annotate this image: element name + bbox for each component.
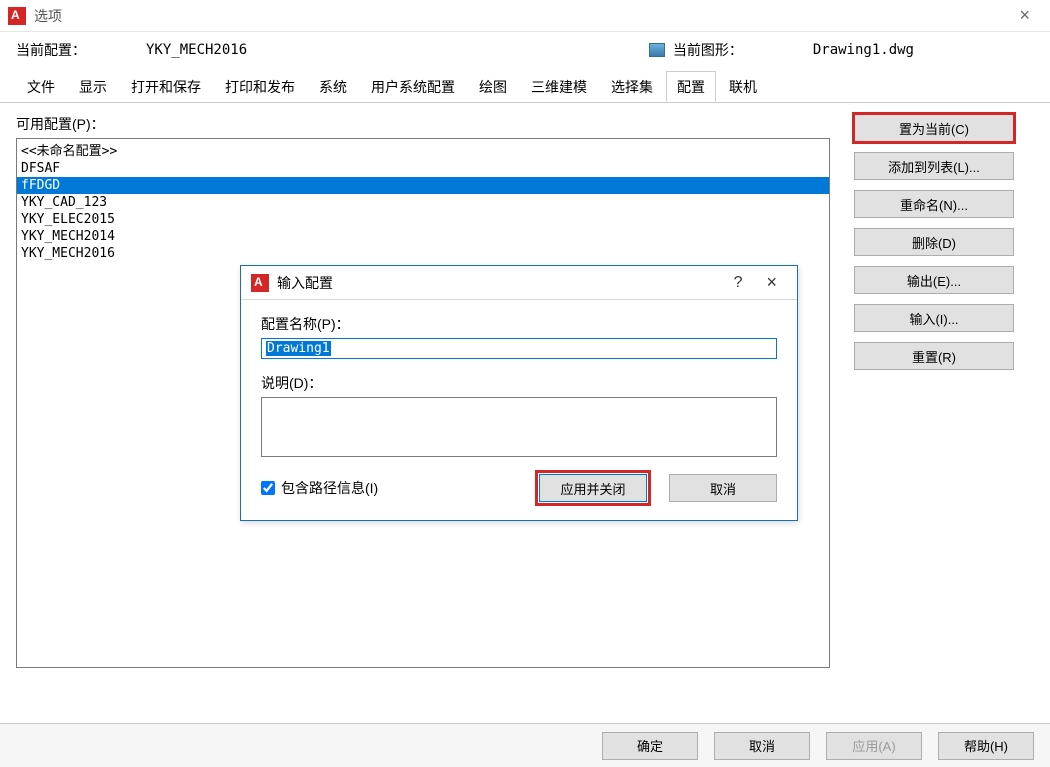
import-button[interactable]: 输入(I)... bbox=[854, 304, 1014, 332]
dialog-title: 输入配置 bbox=[277, 273, 333, 293]
import-profile-dialog: 输入配置 ? × 配置名称(P)： Drawing1 说明(D)： 包含路径信息… bbox=[240, 265, 798, 521]
apply-button[interactable]: 应用(A) bbox=[826, 732, 922, 760]
list-item[interactable]: YKY_ELEC2015 bbox=[17, 211, 829, 228]
profile-name-input[interactable]: Drawing1 bbox=[261, 338, 777, 359]
tab-system[interactable]: 系统 bbox=[308, 71, 358, 102]
list-item[interactable]: YKY_MECH2016 bbox=[17, 245, 829, 262]
tab-online[interactable]: 联机 bbox=[718, 71, 768, 102]
include-path-label: 包含路径信息(I) bbox=[281, 478, 378, 498]
tab-file[interactable]: 文件 bbox=[16, 71, 66, 102]
description-label: 说明(D)： bbox=[261, 373, 777, 393]
tab-display[interactable]: 显示 bbox=[68, 71, 118, 102]
list-item[interactable]: YKY_CAD_123 bbox=[17, 194, 829, 211]
tab-profile[interactable]: 配置 bbox=[666, 71, 716, 102]
set-current-button[interactable]: 置为当前(C) bbox=[854, 114, 1014, 142]
list-item[interactable]: fFDGD bbox=[17, 177, 829, 194]
add-to-list-button[interactable]: 添加到列表(L)... bbox=[854, 152, 1014, 180]
include-path-checkbox[interactable]: 包含路径信息(I) bbox=[261, 478, 378, 498]
current-profile-label: 当前配置： bbox=[16, 40, 86, 60]
window-title: 选项 bbox=[34, 6, 62, 26]
list-item[interactable]: YKY_MECH2014 bbox=[17, 228, 829, 245]
app-icon bbox=[251, 274, 269, 292]
tab-user-config[interactable]: 用户系统配置 bbox=[360, 71, 466, 102]
apply-and-close-button[interactable]: 应用并关闭 bbox=[539, 474, 647, 502]
tab-open-save[interactable]: 打开和保存 bbox=[120, 71, 212, 102]
side-buttons: 置为当前(C) 添加到列表(L)... 重命名(N)... 删除(D) 输出(E… bbox=[854, 114, 1034, 668]
dialog-close-button[interactable]: × bbox=[756, 272, 787, 293]
current-profile-value: YKY_MECH2016 bbox=[146, 42, 247, 58]
footer: 确定 取消 应用(A) 帮助(H) bbox=[0, 723, 1050, 767]
tab-selection[interactable]: 选择集 bbox=[600, 71, 664, 102]
tab-print-publish[interactable]: 打印和发布 bbox=[214, 71, 306, 102]
dialog-cancel-button[interactable]: 取消 bbox=[669, 474, 777, 502]
cancel-button[interactable]: 取消 bbox=[714, 732, 810, 760]
reset-button[interactable]: 重置(R) bbox=[854, 342, 1014, 370]
drawing-icon bbox=[649, 43, 665, 57]
dialog-titlebar: 输入配置 ? × bbox=[241, 266, 797, 300]
info-row: 当前配置： YKY_MECH2016 当前图形： Drawing1.dwg bbox=[0, 32, 1050, 64]
current-drawing-label: 当前图形： bbox=[673, 40, 743, 60]
list-item[interactable]: DFSAF bbox=[17, 160, 829, 177]
tab-3d-modeling[interactable]: 三维建模 bbox=[520, 71, 598, 102]
profiles-list-label: 可用配置(P)： bbox=[16, 114, 830, 134]
description-input[interactable] bbox=[261, 397, 777, 457]
window-close-button[interactable]: × bbox=[1007, 5, 1042, 26]
list-item[interactable]: <<未命名配置>> bbox=[17, 139, 829, 160]
profile-name-label: 配置名称(P)： bbox=[261, 314, 777, 334]
dialog-help-button[interactable]: ? bbox=[720, 274, 757, 292]
ok-button[interactable]: 确定 bbox=[602, 732, 698, 760]
tabs: 文件 显示 打开和保存 打印和发布 系统 用户系统配置 绘图 三维建模 选择集 … bbox=[0, 71, 1050, 103]
current-drawing-value: Drawing1.dwg bbox=[813, 42, 914, 58]
app-icon bbox=[8, 7, 26, 25]
delete-button[interactable]: 删除(D) bbox=[854, 228, 1014, 256]
tab-drawing[interactable]: 绘图 bbox=[468, 71, 518, 102]
export-button[interactable]: 输出(E)... bbox=[854, 266, 1014, 294]
titlebar: 选项 × bbox=[0, 0, 1050, 32]
include-path-checkbox-input[interactable] bbox=[261, 481, 275, 495]
help-button[interactable]: 帮助(H) bbox=[938, 732, 1034, 760]
rename-button[interactable]: 重命名(N)... bbox=[854, 190, 1014, 218]
